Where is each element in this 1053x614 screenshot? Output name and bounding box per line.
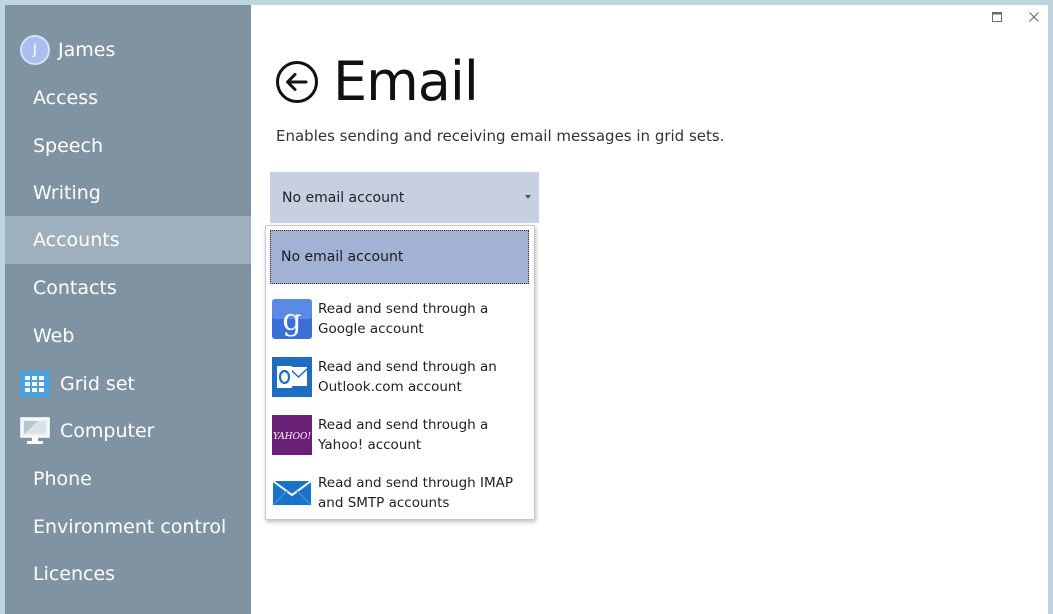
sidebar-item-label: Accounts: [33, 229, 120, 251]
option-google-account[interactable]: g Read and send through a Google account: [272, 291, 530, 347]
sidebar-item-phone[interactable]: Phone: [5, 455, 251, 503]
envelope-icon: [272, 480, 312, 506]
svg-text:g: g: [282, 303, 301, 338]
option-label: Read and send through an Outlook.com acc…: [318, 359, 497, 395]
sidebar-item-label: Licences: [33, 563, 116, 585]
sidebar-item-label: Contacts: [33, 277, 117, 299]
option-no-email-account[interactable]: No email account: [270, 230, 529, 284]
sidebar-item-label: Computer: [60, 420, 155, 442]
option-label: Read and send through a Google account: [318, 301, 489, 337]
sidebar-item-environment-control[interactable]: Environment control: [5, 503, 251, 551]
sidebar-item-label: Grid set: [60, 373, 135, 395]
close-button[interactable]: [1023, 8, 1045, 26]
outlook-icon: [272, 357, 312, 397]
select-value: No email account: [282, 189, 405, 206]
user-name: James: [58, 39, 116, 61]
option-label: No email account: [281, 249, 404, 265]
page-title: Email: [333, 50, 479, 113]
page-description: Enables sending and receiving email mess…: [276, 127, 725, 145]
email-account-dropdown: No email account g Read and send through…: [265, 225, 535, 520]
sidebar-item-label: Writing: [33, 182, 101, 204]
sidebar-item-label: Web: [33, 325, 75, 347]
sidebar-item-access[interactable]: Access: [5, 74, 251, 122]
option-outlook-account[interactable]: Read and send through an Outlook.com acc…: [272, 349, 530, 405]
sidebar-item-user[interactable]: J James: [5, 26, 251, 74]
title-row: Email: [275, 47, 479, 117]
back-arrow-icon[interactable]: [275, 60, 319, 104]
option-label: Read and send through IMAP and SMTP acco…: [318, 475, 513, 511]
sidebar: J James Access Speech Writing Accounts C…: [5, 5, 251, 614]
sidebar-item-accounts[interactable]: Accounts: [5, 216, 251, 264]
chevron-down-icon: [525, 195, 531, 199]
google-icon: g: [272, 299, 312, 339]
maximize-button[interactable]: [986, 8, 1008, 26]
sidebar-item-contacts[interactable]: Contacts: [5, 264, 251, 312]
sidebar-item-computer[interactable]: Computer: [5, 407, 251, 455]
yahoo-logo-text: YAHOO!: [273, 432, 311, 442]
option-imap-smtp-account[interactable]: Read and send through IMAP and SMTP acco…: [272, 465, 530, 521]
close-icon: [1029, 12, 1039, 22]
sidebar-item-web[interactable]: Web: [5, 312, 251, 360]
option-yahoo-account[interactable]: YAHOO! Read and send through a Yahoo! ac…: [272, 407, 530, 463]
sidebar-item-label: Speech: [33, 135, 103, 157]
option-label: Read and send through a Yahoo! account: [318, 417, 489, 453]
sidebar-item-speech[interactable]: Speech: [5, 122, 251, 170]
maximize-icon: [992, 12, 1002, 22]
sidebar-item-grid-set[interactable]: Grid set: [5, 360, 251, 408]
sidebar-item-licences[interactable]: Licences: [5, 550, 251, 598]
sidebar-item-writing[interactable]: Writing: [5, 169, 251, 217]
sidebar-item-label: Phone: [33, 468, 92, 490]
sidebar-item-label: Environment control: [33, 516, 227, 538]
grid-set-icon: [20, 371, 50, 397]
settings-window: J James Access Speech Writing Accounts C…: [5, 5, 1048, 614]
sidebar-item-label: Access: [33, 87, 99, 109]
yahoo-icon: YAHOO!: [272, 415, 312, 455]
monitor-icon: [20, 417, 50, 444]
avatar: J: [20, 35, 50, 65]
email-account-select[interactable]: No email account: [270, 172, 539, 223]
